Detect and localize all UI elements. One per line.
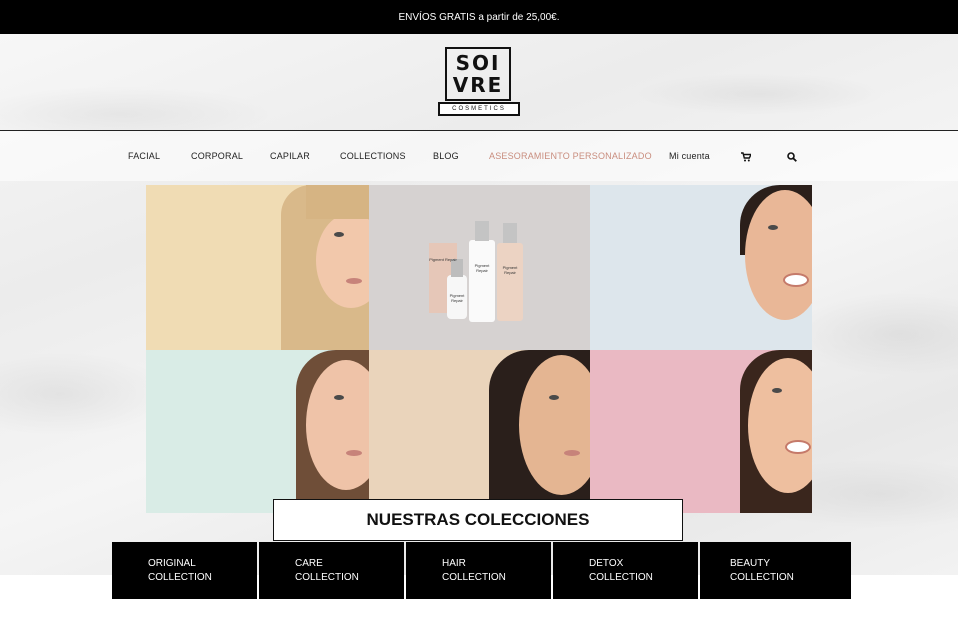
hero-tile-products: Pigment Repair Pigment Repair Pigment Re… — [369, 185, 590, 350]
lip-shape — [346, 450, 362, 456]
collection-label-line2: COLLECTION — [148, 572, 212, 583]
soivre-logo[interactable]: SOI VRE COSMETICS — [438, 47, 520, 117]
nav-item-capilar[interactable]: CAPILAR — [270, 151, 310, 161]
logo-line-2: VRE — [452, 73, 504, 97]
logo-line-1: SOI — [455, 51, 501, 75]
hero-collage: Pigment Repair Pigment Repair Pigment Re… — [146, 185, 812, 513]
nav-item-asesoramiento[interactable]: ASESORAMIENTO PERSONALIZADO — [489, 151, 652, 161]
eye-shape — [334, 395, 344, 400]
collection-original-button[interactable]: ORIGINAL COLLECTION — [112, 542, 257, 599]
hero-tile-5 — [369, 350, 590, 513]
product-bottle-tinted — [497, 243, 523, 321]
hero-tile-1 — [146, 185, 369, 350]
cart-icon[interactable] — [741, 149, 753, 167]
collection-label-line1: BEAUTY — [730, 558, 771, 569]
product-bottle-white — [469, 240, 495, 322]
smile-shape — [783, 273, 809, 287]
hero-tile-3 — [590, 185, 812, 350]
fringe-shape — [306, 185, 369, 219]
main-nav: FACIAL CORPORAL CAPILAR COLLECTIONS BLOG… — [0, 131, 958, 181]
header: SOI VRE COSMETICS — [0, 34, 958, 130]
product-pump-white — [475, 221, 489, 241]
product-pump-tinted — [503, 223, 517, 243]
face-shape — [745, 190, 812, 320]
logo-subtitle: COSMETICS — [438, 102, 520, 116]
eye-shape — [768, 225, 778, 230]
collections-heading-text: NUESTRAS COLECCIONES — [366, 510, 590, 529]
collections-heading: NUESTRAS COLECCIONES — [273, 499, 683, 541]
nav-item-corporal[interactable]: CORPORAL — [191, 151, 243, 161]
lip-shape — [564, 450, 580, 456]
collections-row: ORIGINAL COLLECTION CARE COLLECTION HAIR… — [112, 542, 851, 599]
eye-shape — [549, 395, 559, 400]
collection-beauty-button[interactable]: BEAUTY COLLECTION — [700, 542, 851, 599]
collection-label-line2: COLLECTION — [295, 572, 359, 583]
product-label-4: Pigment Repair — [449, 293, 465, 303]
product-label-3: Pigment Repair — [502, 265, 518, 275]
product-label-1: Pigment Repair — [429, 257, 457, 262]
eye-shape — [334, 232, 344, 237]
smile-shape — [785, 440, 811, 454]
shipping-banner-text: ENVÍOS GRATIS a partir de 25,00€. — [398, 11, 560, 23]
collection-label-line1: ORIGINAL — [148, 558, 196, 569]
nav-item-mi-cuenta[interactable]: Mi cuenta — [669, 151, 710, 161]
product-label-2: Pigment Repair — [474, 263, 490, 273]
collection-label-line1: HAIR — [442, 558, 466, 569]
collection-label-line2: COLLECTION — [442, 572, 506, 583]
collection-detox-button[interactable]: DETOX COLLECTION — [553, 542, 698, 599]
nav-item-collections[interactable]: COLLECTIONS — [340, 151, 406, 161]
lip-shape — [346, 278, 362, 284]
nav-item-blog[interactable]: BLOG — [433, 151, 459, 161]
nav-item-facial[interactable]: FACIAL — [128, 151, 160, 161]
shipping-banner: ENVÍOS GRATIS a partir de 25,00€. — [0, 0, 958, 34]
collection-care-button[interactable]: CARE COLLECTION — [259, 542, 404, 599]
hero-tile-6 — [590, 350, 812, 513]
eye-shape — [772, 388, 782, 393]
collection-label-line1: DETOX — [589, 558, 624, 569]
collection-hair-button[interactable]: HAIR COLLECTION — [406, 542, 551, 599]
hero-tile-4 — [146, 350, 369, 513]
collection-label-line2: COLLECTION — [730, 572, 794, 583]
collection-label-line2: COLLECTION — [589, 572, 653, 583]
search-icon[interactable] — [787, 149, 797, 167]
collection-label-line1: CARE — [295, 558, 323, 569]
logo-mark: SOI VRE — [445, 47, 511, 101]
